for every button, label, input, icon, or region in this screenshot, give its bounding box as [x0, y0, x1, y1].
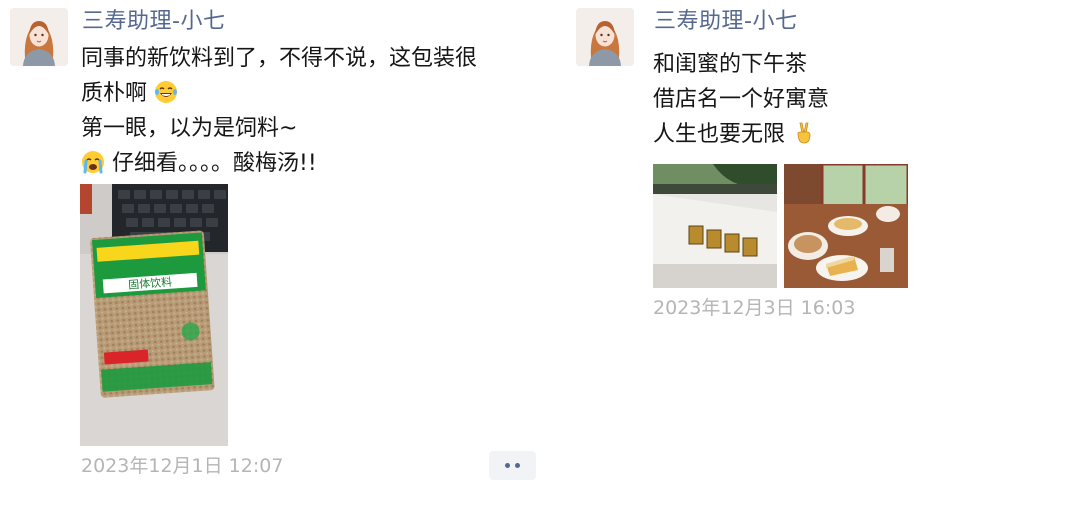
- victory-hand-emoji-icon: [797, 122, 811, 144]
- post-text: 和闺蜜的下午茶 借店名一个好寓意 人生也要无限: [653, 47, 829, 152]
- text-segment: 质朴啊: [81, 81, 148, 106]
- drink-packet-photo[interactable]: 固体饮料: [80, 184, 228, 446]
- storefront-sign-image: [653, 164, 777, 288]
- post-text-line: 和闺蜜的下午茶: [653, 47, 829, 82]
- text-segment: 同事的新饮料到了，不得不说，这包装很: [81, 46, 478, 71]
- post-text: 同事的新饮料到了，不得不说，这包装很 质朴啊 第一眼，以为是饲料~ 仔细看。。。…: [81, 41, 477, 181]
- avatar[interactable]: [576, 8, 634, 66]
- text-segment: 和闺蜜的下午茶: [653, 52, 808, 77]
- more-dots-icon: [515, 463, 520, 468]
- moment-post: 三寿助理-小七 和闺蜜的下午茶 借店名一个好寓意 人生也要无限 2023年12月…: [560, 0, 1080, 518]
- more-dots-icon: [505, 463, 510, 468]
- text-segment: 仔细看。。。。酸梅汤!!: [112, 151, 317, 176]
- post-text-line: 借店名一个好寓意: [653, 82, 829, 117]
- post-text-line: 仔细看。。。。酸梅汤!!: [81, 146, 477, 181]
- avatar-illustrated-woman-icon: [10, 8, 68, 66]
- post-text-line: 同事的新饮料到了，不得不说，这包装很: [81, 41, 477, 76]
- post-text-line: 质朴啊: [81, 76, 477, 111]
- drink-packet-image: 固体饮料: [80, 184, 228, 446]
- post-timestamp: 2023年12月1日 12:07: [81, 455, 284, 477]
- post-text-line: 人生也要无限: [653, 117, 829, 152]
- author-name[interactable]: 三寿助理-小七: [82, 8, 225, 36]
- avatar-illustrated-woman-icon: [576, 8, 634, 66]
- more-actions-button[interactable]: [489, 451, 536, 480]
- text-segment: 人生也要无限: [653, 122, 786, 147]
- author-name[interactable]: 三寿助理-小七: [654, 8, 797, 36]
- avatar[interactable]: [10, 8, 68, 66]
- post-timestamp: 2023年12月3日 16:03: [653, 297, 856, 319]
- moment-post: 三寿助理-小七 同事的新饮料到了，不得不说，这包装很 质朴啊 第一眼，以为是饲料…: [0, 0, 560, 518]
- storefront-sign-photo[interactable]: [653, 164, 777, 288]
- afternoon-tea-image: [784, 164, 908, 288]
- post-text-line: 第一眼，以为是饲料~: [81, 111, 477, 146]
- laughing-tears-emoji-icon: [155, 81, 178, 103]
- text-segment: 第一眼，以为是饲料~: [81, 116, 298, 141]
- crying-emoji-icon: [82, 151, 104, 174]
- text-segment: 借店名一个好寓意: [653, 87, 830, 112]
- afternoon-tea-photo[interactable]: [784, 164, 908, 288]
